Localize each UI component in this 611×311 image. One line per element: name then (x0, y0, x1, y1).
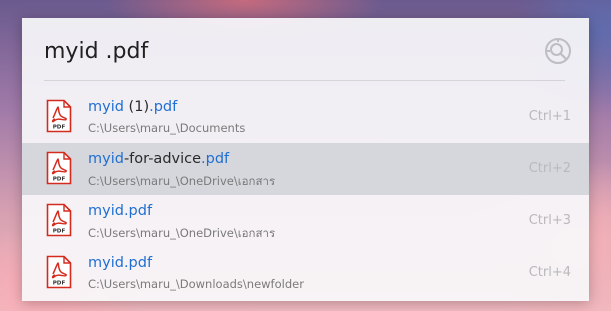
pdf-icon-label: PDF (53, 281, 66, 287)
divider (44, 80, 565, 81)
pdf-icon-label: PDF (53, 177, 66, 183)
result-shortcut: Ctrl+1 (528, 109, 571, 124)
pdf-file-icon: PDF (46, 151, 72, 185)
result-path: C:\Users\maru_\OneDrive\เอกสาร (88, 174, 276, 188)
query-bar (22, 18, 589, 81)
result-title: myid.pdf (88, 255, 152, 271)
title-match-highlight: .pdf (201, 151, 230, 167)
pdf-icon-label: PDF (53, 229, 66, 235)
title-match-highlight: myid.pdf (88, 255, 153, 271)
launcher-window: PDFmyid (1).pdfC:\Users\maru_\DocumentsC… (22, 18, 589, 301)
result-shortcut: Ctrl+4 (528, 265, 571, 280)
title-match-highlight: myid (88, 99, 124, 115)
title-text: (1) (123, 99, 150, 115)
pdf-file-icon: PDF (46, 99, 72, 133)
title-match-highlight: myid.pdf (88, 203, 153, 219)
title-text: -for-advice (123, 151, 202, 167)
result-title: myid-for-advice.pdf (88, 151, 229, 167)
search-input[interactable] (44, 36, 524, 66)
result-path: C:\Users\maru_\Downloads\newfolder (88, 277, 304, 291)
results-list: PDF myid (1).pdf C:\Users\maru_\Documents C… (22, 91, 589, 299)
title-match-highlight: .pdf (149, 99, 178, 115)
result-item[interactable]: PDF myid.pdf C:\Users\maru_\Downloads\newf… (22, 247, 589, 299)
result-title: myid (1).pdf (88, 99, 177, 115)
pdf-file-icon: PDF (46, 255, 72, 289)
result-item[interactable]: PDF myid-for-advice.pdf C:\Users\maru_\One… (22, 143, 589, 195)
title-match-highlight: myid (88, 151, 124, 167)
pdf-file-icon: PDF (46, 203, 72, 237)
result-path: C:\Users\maru_\OneDrive\เอกสาร (88, 226, 276, 240)
search-icon[interactable] (541, 34, 575, 68)
pdf-icon-label: PDF (53, 125, 66, 131)
result-title: myid.pdf (88, 203, 152, 219)
result-item[interactable]: PDF myid.pdf C:\Users\maru_\OneDrive\เอกสา… (22, 195, 589, 247)
result-shortcut: Ctrl+3 (528, 213, 571, 228)
result-item[interactable]: PDF myid (1).pdf C:\Users\maru_\Documents C… (22, 91, 589, 143)
result-shortcut: Ctrl+2 (528, 161, 571, 176)
result-path: C:\Users\maru_\Documents (88, 121, 246, 135)
